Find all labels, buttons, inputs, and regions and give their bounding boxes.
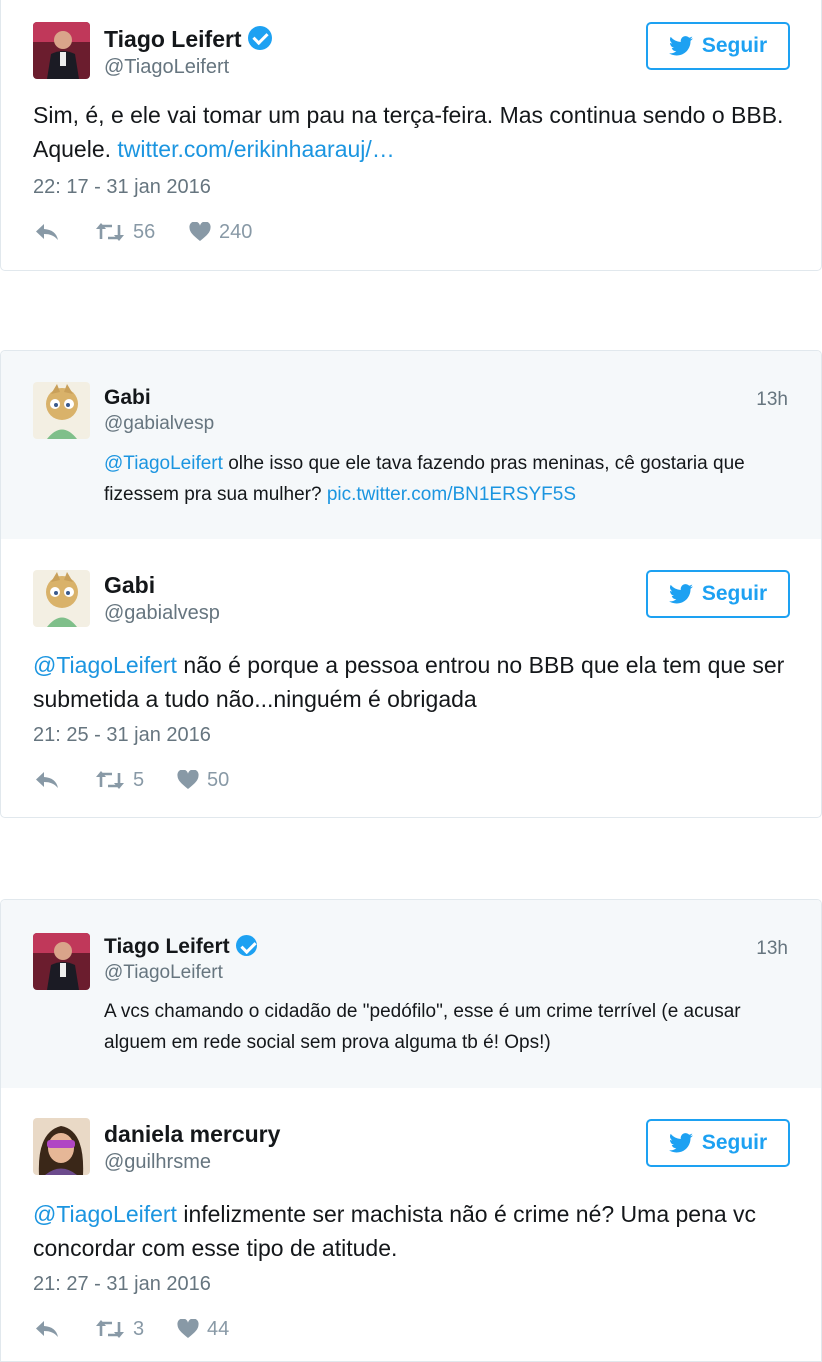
retweet-icon — [96, 771, 124, 789]
like-count: 50 — [207, 768, 230, 791]
heart-icon — [189, 222, 211, 241]
mention-link[interactable]: @TiagoLeifert — [33, 1201, 177, 1227]
reply-icon — [36, 772, 58, 788]
reply-icon — [36, 1321, 58, 1337]
follow-label: Seguir — [701, 34, 768, 57]
author-name[interactable]: Tiago Leifert — [104, 26, 272, 53]
like-count: 44 — [207, 1317, 230, 1340]
tweet-text: Sim, é, e ele vai tomar um pau na terça-… — [33, 98, 793, 166]
tweet-link[interactable]: twitter.com/erikinhaarauj/… — [117, 136, 394, 162]
like-button[interactable]: 44 — [177, 1318, 229, 1341]
author-handle[interactable]: @gabialvesp — [104, 602, 220, 625]
parent-time-ago[interactable]: 13h — [756, 938, 788, 960]
parent-tweet-text: A vcs chamando o cidadão de "pedófilo", … — [104, 1001, 741, 1053]
tweet-date[interactable]: 21: 25 - 31 jan 2016 — [33, 724, 211, 747]
heart-icon — [177, 770, 199, 789]
author-name[interactable]: daniela mercury — [104, 1121, 280, 1148]
retweet-button[interactable]: 5 — [95, 769, 177, 792]
mention-link[interactable]: @TiagoLeifert — [33, 652, 177, 678]
parent-author-handle[interactable]: @TiagoLeifert — [104, 962, 223, 984]
like-button[interactable]: 240 — [189, 221, 252, 244]
parent-author-name[interactable]: Tiago Leifert — [104, 935, 257, 959]
retweet-icon — [96, 223, 124, 241]
reply-button[interactable] — [35, 222, 95, 242]
retweet-count: 5 — [133, 768, 145, 791]
like-count: 240 — [219, 220, 253, 243]
tweet-actions: 5 50 — [35, 765, 229, 795]
reply-icon — [36, 224, 58, 240]
retweet-icon — [96, 1320, 124, 1338]
mention-link[interactable]: @TiagoLeifert — [104, 453, 223, 474]
author-handle[interactable]: @TiagoLeifert — [104, 56, 229, 79]
retweet-count: 3 — [133, 1317, 145, 1340]
parent-author-name[interactable]: Gabi — [104, 386, 151, 410]
follow-button[interactable]: Seguir — [646, 22, 790, 70]
reply-button[interactable] — [35, 770, 95, 790]
parent-author-handle[interactable]: @gabialvesp — [104, 413, 214, 435]
parent-tweet-text: @TiagoLeifert olhe isso que ele tava faz… — [104, 448, 804, 510]
author-handle[interactable]: @guilhrsme — [104, 1151, 211, 1174]
tweet: Tiago Leifert @TiagoLeifert Seguir Sim, … — [1, 0, 821, 270]
like-button[interactable]: 50 — [177, 769, 229, 792]
twitter-bird-icon — [668, 1133, 693, 1153]
heart-icon — [177, 1319, 199, 1338]
follow-label: Seguir — [701, 582, 768, 605]
tweet-card-gabi: Gabi @gabialvesp 13h @TiagoLeifert olhe … — [0, 350, 822, 818]
avatar-tiago-leifert[interactable] — [33, 933, 90, 990]
twitter-bird-icon — [668, 36, 693, 56]
tweet-card-daniela: Tiago Leifert @TiagoLeifert 13h A vcs ch… — [0, 899, 822, 1362]
verified-badge-icon — [235, 935, 257, 956]
tweet-actions: 56 240 — [35, 217, 252, 247]
twitter-bird-icon — [668, 584, 693, 604]
avatar-daniela-mercury[interactable] — [33, 1118, 90, 1175]
parent-tweet[interactable]: Gabi @gabialvesp 13h @TiagoLeifert olhe … — [1, 351, 821, 539]
tweet-text: @TiagoLeifert não é porque a pessoa entr… — [33, 648, 793, 716]
tweet-card-tiago: Tiago Leifert @TiagoLeifert Seguir Sim, … — [0, 0, 822, 271]
follow-label: Seguir — [701, 1131, 768, 1154]
pic-link[interactable]: pic.twitter.com/BN1ERSYF5S — [327, 484, 576, 505]
parent-author-name-text: Tiago Leifert — [104, 935, 230, 958]
tweet-date[interactable]: 22: 17 - 31 jan 2016 — [33, 176, 211, 199]
author-name-text: Tiago Leifert — [104, 26, 242, 52]
follow-button[interactable]: Seguir — [646, 1119, 790, 1167]
retweet-count: 56 — [133, 220, 156, 243]
parent-time-ago[interactable]: 13h — [756, 389, 788, 411]
verified-badge-icon — [247, 26, 272, 50]
avatar-tiago-leifert[interactable] — [33, 22, 90, 79]
author-name[interactable]: Gabi — [104, 572, 155, 599]
retweet-button[interactable]: 56 — [95, 221, 189, 244]
parent-tweet[interactable]: Tiago Leifert @TiagoLeifert 13h A vcs ch… — [1, 900, 821, 1088]
tweet-date[interactable]: 21: 27 - 31 jan 2016 — [33, 1273, 211, 1296]
avatar-gabi[interactable] — [33, 570, 90, 627]
avatar-gabi[interactable] — [33, 382, 90, 439]
tweet-actions: 3 44 — [35, 1314, 229, 1344]
reply-button[interactable] — [35, 1319, 95, 1339]
retweet-button[interactable]: 3 — [95, 1318, 177, 1341]
tweet-text: @TiagoLeifert infelizmente ser machista … — [33, 1197, 793, 1265]
follow-button[interactable]: Seguir — [646, 570, 790, 618]
